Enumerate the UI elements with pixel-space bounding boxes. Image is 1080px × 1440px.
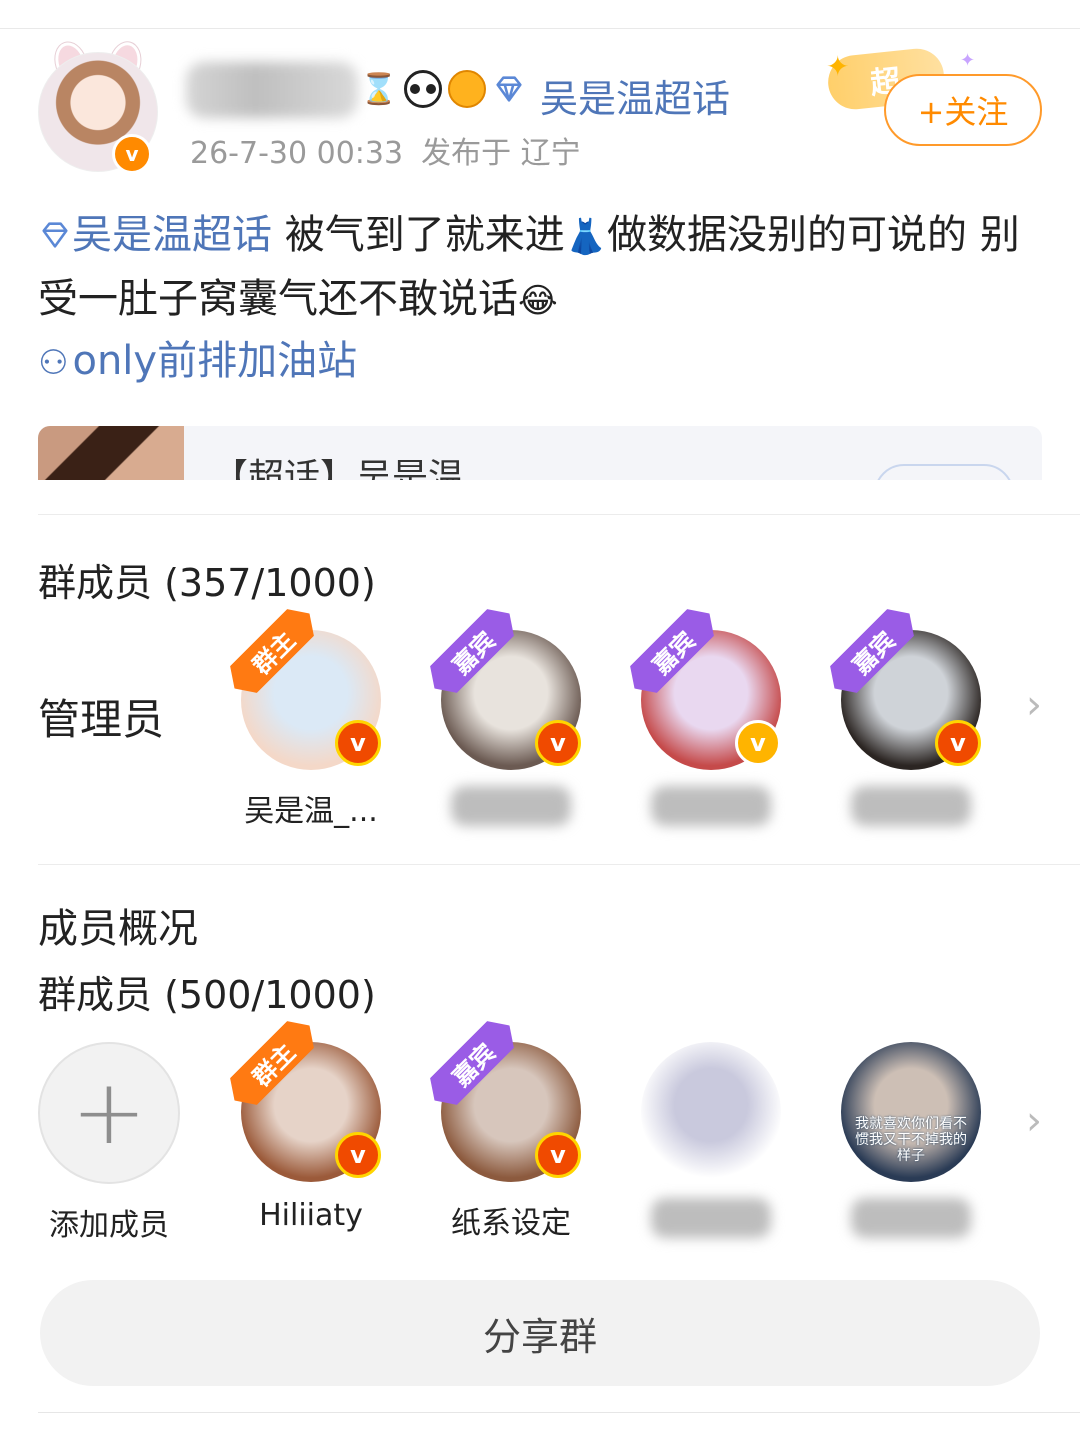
member-name: Hiliiaty [259,1198,363,1233]
topic-card-title: 【超话】吴是温 [212,457,465,480]
member-item[interactable]: 群主 v 吴是温_... [236,630,386,829]
post-date: 26-7-30 00:33 [190,136,404,171]
admin-row-label: 管理员 [38,695,165,744]
pufferfish-icon [448,70,486,108]
add-member-label: 添加成员 [49,1208,169,1243]
post-text-part1: 被气到了就来进 [272,212,565,258]
member-name: 纸系设定 [451,1206,571,1241]
sparkle-icon: ✦ [826,50,850,83]
verified-icon: v [335,720,381,766]
member-item[interactable]: 嘉宾 v [436,630,586,826]
divider [38,864,1080,865]
member-name: 吴是温_... [244,794,378,829]
share-group-button[interactable]: 分享群 [40,1280,1040,1386]
member-item[interactable]: 嘉宾 v [836,630,986,826]
user-badges: ⌛ [360,70,526,108]
member-avatar: 嘉宾 v [841,630,981,770]
avatar-caption: 我就喜欢你们看不惯我又干不掉我的样子 [855,1116,967,1164]
add-member-button[interactable]: + 添加成员 [34,1042,184,1243]
supertopic-diamond-icon [496,76,522,102]
member-avatar: 嘉宾 v [441,630,581,770]
laughing-icon: 😂 [518,281,558,321]
overview-member-count: 群成员 (500/1000) [38,973,376,1017]
member-avatar [641,1042,781,1182]
bottom-divider [38,1412,1080,1413]
verified-icon: v [112,134,152,174]
follow-label: +关注 [917,93,1009,131]
topic-card-button[interactable] [874,464,1014,480]
group-link-label: only前排加油站 [72,338,358,384]
member-item[interactable]: 嘉宾 v [636,630,786,826]
member-name [851,1198,971,1238]
member-name [451,786,571,826]
member-item[interactable] [636,1042,786,1238]
member-avatar: 我就喜欢你们看不惯我又干不掉我的样子 [841,1042,981,1182]
panda-icon [404,70,442,108]
post-topic-link[interactable]: 吴是温超话 [72,212,272,258]
member-name [651,1198,771,1238]
member-avatar: 群主 v [241,1042,381,1182]
share-label: 分享群 [482,1314,597,1359]
avatar-image: 我就喜欢你们看不惯我又干不掉我的样子 [841,1042,981,1182]
verified-icon: v [935,720,981,766]
group-link[interactable]: ⚇ only前排加油站 [38,328,357,386]
member-avatar: 嘉宾 v [441,1042,581,1182]
member-avatar: 嘉宾 v [641,630,781,770]
member-item[interactable]: 嘉宾 v 纸系设定 [436,1042,586,1241]
member-item[interactable]: 群主 v Hiliiaty [236,1042,386,1238]
avatar-image [641,1042,781,1182]
group-icon: ⚇ [38,343,69,383]
username-blurred[interactable] [186,62,358,118]
top-divider [0,28,1080,29]
plus-icon: + [38,1042,180,1184]
dress-icon: 👗 [564,217,608,257]
poster-avatar[interactable]: v [38,38,158,174]
verified-icon: v [335,1132,381,1178]
divider [38,514,1080,515]
member-item[interactable]: 我就喜欢你们看不惯我又干不掉我的样子 [836,1042,986,1238]
topic-card[interactable]: 【超话】吴是温 [38,426,1042,480]
post-meta: 26-7-30 00:33 发布于 辽宁 [190,128,581,172]
overview-title: 成员概况 [38,906,198,952]
member-name [851,786,971,826]
admin-section-title: 群成员 (357/1000) [38,561,376,605]
hourglass-icon: ⌛ [360,71,398,107]
verified-icon: v [535,720,581,766]
verified-icon: v [735,720,781,766]
chevron-right-icon[interactable]: › [1026,682,1042,728]
topic-card-thumbnail [38,426,184,480]
post-location: 发布于 辽宁 [421,136,581,171]
follow-button[interactable]: +关注 [884,74,1042,146]
member-name [651,786,771,826]
chevron-right-icon[interactable]: › [1026,1098,1042,1144]
member-avatar: 群主 v [241,630,381,770]
sparkle-small-icon: ✦ [960,50,976,71]
supertopic-link[interactable]: 吴是温超话 [540,68,730,123]
supertopic-diamond-icon [42,222,68,248]
verified-icon: v [535,1132,581,1178]
post-text: 吴是温超话 被气到了就来进👗做数据没别的可说的 别受一肚子窝囊气还不敢说话😂 [38,204,1038,332]
